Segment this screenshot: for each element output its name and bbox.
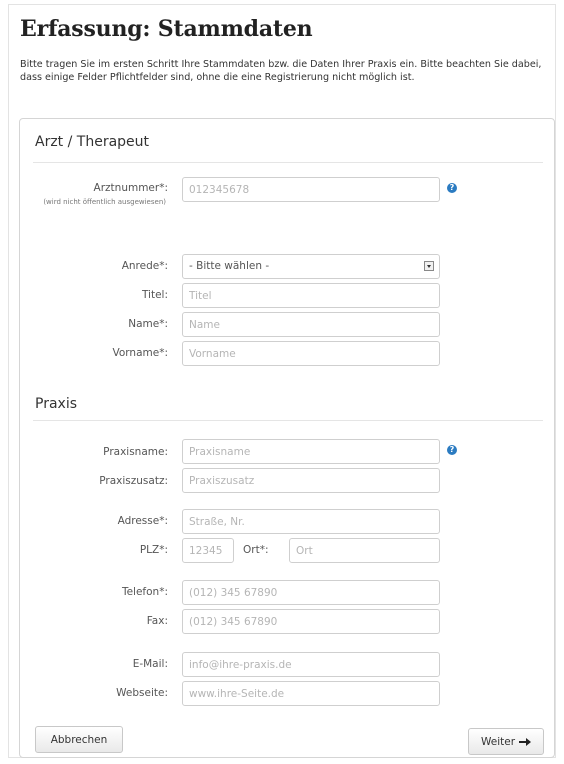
praxiszusatz-input[interactable] [182,468,440,493]
intro-text: Bitte tragen Sie im ersten Schritt Ihre … [20,59,542,83]
anrede-select[interactable]: - Bitte wählen - [182,254,440,279]
help-icon[interactable]: ? [447,183,457,193]
email-input[interactable] [182,652,440,677]
telefon-label: Telefon*: [121,586,168,598]
section-divider [33,420,543,421]
titel-label: Titel: [141,289,168,301]
cancel-button[interactable]: Abbrechen [35,726,123,753]
ort-label: Ort*: [243,544,269,556]
ort-input[interactable] [289,538,440,563]
anrede-selected-value: - Bitte wählen - [189,260,270,272]
name-label: Name*: [128,318,168,330]
adresse-input[interactable] [182,509,440,534]
cancel-button-label: Abbrechen [50,733,108,746]
dropdown-arrow-icon[interactable] [424,261,434,271]
page-title: Erfassung: Stammdaten [20,16,313,42]
praxisname-input[interactable] [182,439,440,464]
arrow-right-icon [519,737,532,747]
section-title-arzt: Arzt / Therapeut [35,134,150,150]
help-icon[interactable]: ? [447,445,457,455]
plz-input[interactable] [182,538,234,563]
email-label: E-Mail: [132,658,168,670]
next-button-label: Weiter [480,735,516,748]
vorname-input[interactable] [182,341,440,366]
vorname-label: Vorname*: [112,347,169,359]
webseite-label: Webseite: [116,687,168,699]
arztnummer-label: Arztnummer*: [93,182,168,194]
adresse-label: Adresse*: [117,515,168,527]
webseite-input[interactable] [182,681,440,706]
anrede-label: Anrede*: [121,260,168,272]
telefon-input[interactable] [182,580,440,605]
fax-input[interactable] [182,609,440,634]
section-divider [33,162,543,163]
titel-input[interactable] [182,283,440,308]
arztnummer-input[interactable] [182,177,440,202]
praxisname-label: Praxisname: [103,446,168,458]
plz-label: PLZ*: [139,544,168,556]
next-button[interactable]: Weiter [468,728,544,755]
praxiszusatz-label: Praxiszusatz: [99,475,168,487]
arztnummer-note: (wird nicht öffentlich ausgewiesen) [43,198,166,206]
name-input[interactable] [182,312,440,337]
fax-label: Fax: [146,615,168,627]
section-title-praxis: Praxis [35,396,77,412]
